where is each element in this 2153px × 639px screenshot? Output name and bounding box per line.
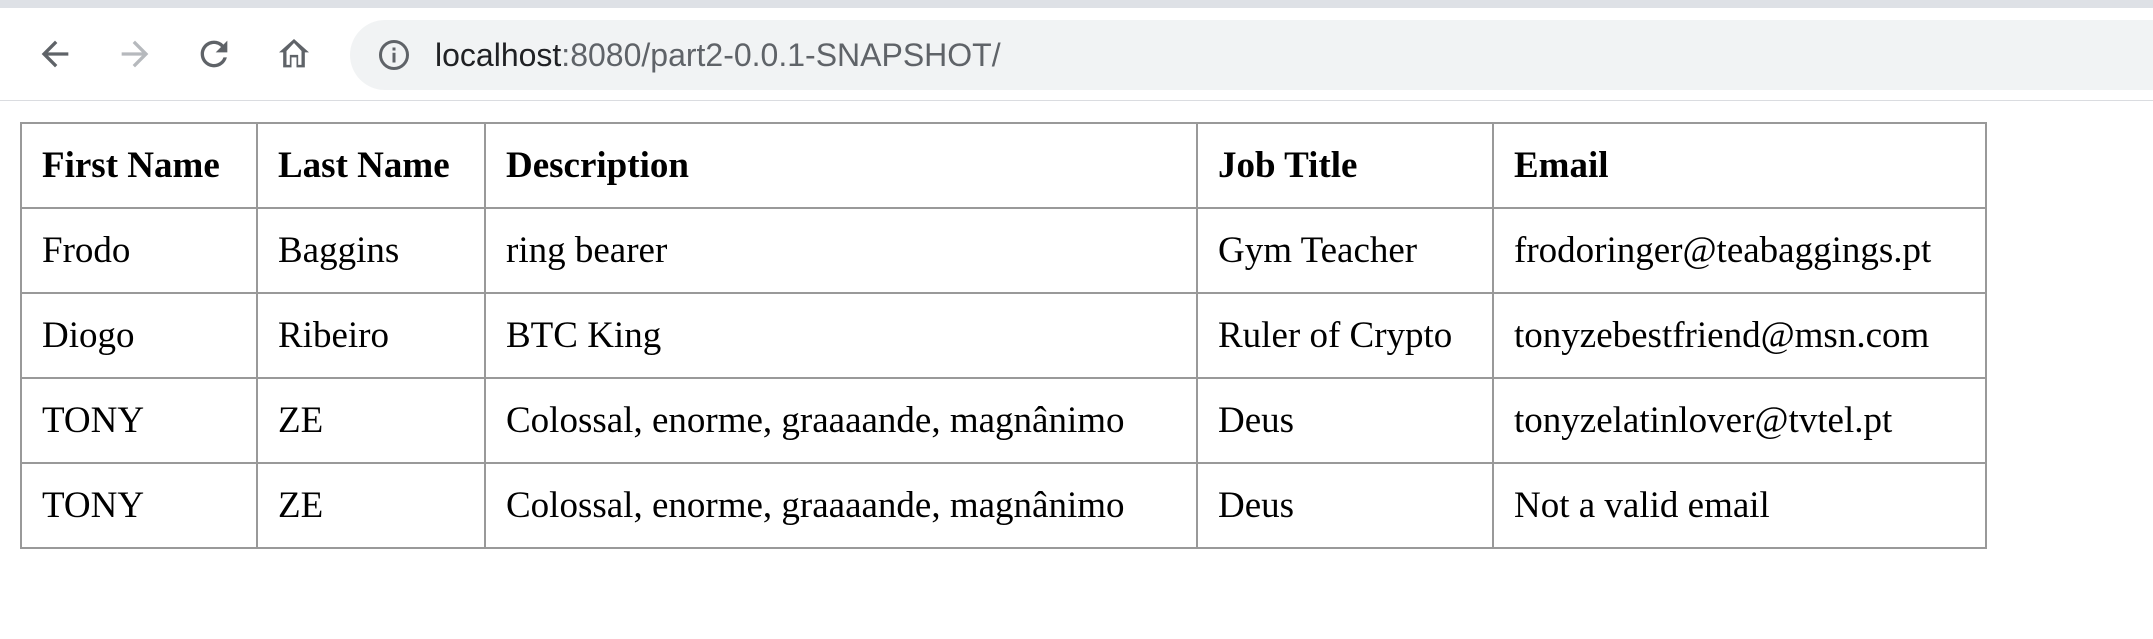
cell-first-name: Diogo [20, 292, 258, 379]
home-icon [279, 39, 309, 68]
back-button[interactable] [27, 26, 83, 82]
cell-job-title: Gym Teacher [1196, 207, 1494, 294]
cell-last-name: ZE [256, 377, 486, 464]
header-email: Email [1492, 122, 1987, 209]
address-bar[interactable]: localhost:8080/part2-0.0.1-SNAPSHOT/ [350, 20, 2153, 90]
forward-button[interactable] [107, 26, 163, 82]
cell-first-name: Frodo [20, 207, 258, 294]
table-row: TONY ZE Colossal, enorme, graaaande, mag… [20, 377, 1987, 464]
cell-last-name: Ribeiro [256, 292, 486, 379]
back-arrow-icon [41, 40, 69, 68]
header-first-name: First Name [20, 122, 258, 209]
info-icon[interactable] [376, 37, 412, 73]
cell-last-name: ZE [256, 462, 486, 549]
cell-job-title: Deus [1196, 462, 1494, 549]
cell-description: Colossal, enorme, graaaande, magnânimo [484, 377, 1198, 464]
header-job-title: Job Title [1196, 122, 1494, 209]
cell-first-name: TONY [20, 462, 258, 549]
cell-last-name: Baggins [256, 207, 486, 294]
table-row: TONY ZE Colossal, enorme, graaaande, mag… [20, 462, 1987, 549]
table-row: Frodo Baggins ring bearer Gym Teacher fr… [20, 207, 1987, 294]
forward-arrow-icon [121, 40, 149, 68]
reload-button[interactable] [186, 26, 242, 82]
cell-email: tonyzelatinlover@tvtel.pt [1492, 377, 1987, 464]
browser-toolbar: localhost:8080/part2-0.0.1-SNAPSHOT/ [0, 8, 2153, 101]
header-description: Description [484, 122, 1198, 209]
url-path: :8080/part2-0.0.1-SNAPSHOT/ [561, 37, 1001, 73]
cell-description: ring bearer [484, 207, 1198, 294]
cell-description: BTC King [484, 292, 1198, 379]
table-header-row: First Name Last Name Description Job Tit… [20, 122, 1987, 209]
cell-job-title: Deus [1196, 377, 1494, 464]
cell-first-name: TONY [20, 377, 258, 464]
tab-strip [0, 0, 2153, 8]
table-row: Diogo Ribeiro BTC King Ruler of Crypto t… [20, 292, 1987, 379]
cell-email: frodoringer@teabaggings.pt [1492, 207, 1987, 294]
reload-icon [200, 40, 228, 68]
url-text: localhost:8080/part2-0.0.1-SNAPSHOT/ [435, 20, 1001, 90]
url-host: localhost [435, 37, 562, 73]
cell-email: tonyzebestfriend@msn.com [1492, 292, 1987, 379]
employee-table: First Name Last Name Description Job Tit… [20, 122, 1987, 549]
cell-job-title: Ruler of Crypto [1196, 292, 1494, 379]
header-last-name: Last Name [256, 122, 486, 209]
cell-description: Colossal, enorme, graaaande, magnânimo [484, 462, 1198, 549]
cell-email: Not a valid email [1492, 462, 1987, 549]
home-button[interactable] [266, 26, 322, 82]
